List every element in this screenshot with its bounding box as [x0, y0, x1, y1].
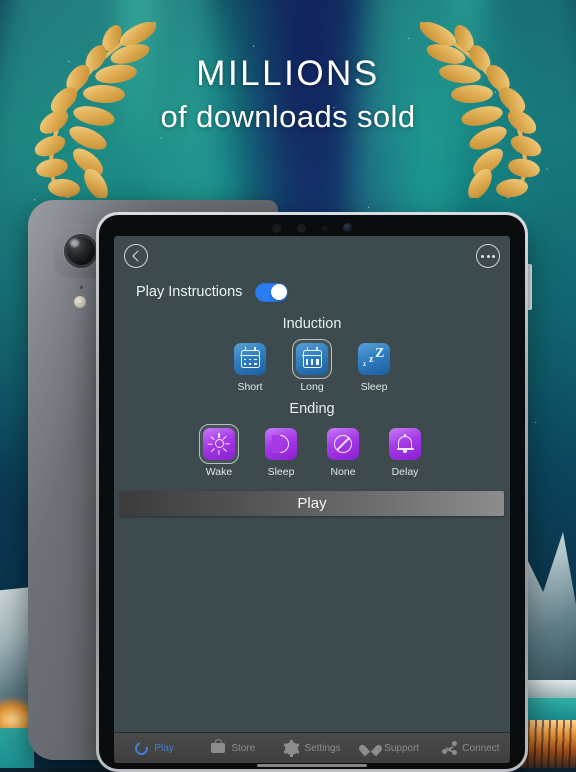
tab-label: Play	[154, 742, 174, 754]
tab-settings[interactable]: Settings	[272, 739, 351, 757]
ending-option-sleep[interactable]: Sleep	[258, 424, 304, 478]
bag-icon	[210, 739, 226, 756]
banner-headline: MILLIONS	[196, 54, 380, 93]
tab-label: Support	[384, 742, 420, 754]
induction-options: Short Long zzZ Sleep	[114, 339, 510, 393]
tab-support[interactable]: Support	[352, 740, 431, 756]
banner-text: MILLIONS of downloads sold	[0, 54, 576, 135]
more-options-button[interactable]	[476, 244, 500, 268]
induction-option-label: Sleep	[360, 381, 388, 393]
ending-option-wake[interactable]: Wake	[196, 423, 242, 478]
home-indicator[interactable]	[257, 764, 367, 767]
sun-icon	[203, 427, 235, 460]
ending-option-none[interactable]: None	[320, 424, 366, 478]
play-ring-icon	[132, 739, 151, 757]
bell-icon	[389, 427, 421, 460]
tab-store[interactable]: Store	[193, 739, 272, 756]
back-button[interactable]	[124, 244, 148, 268]
induction-section-title: Induction	[282, 316, 342, 332]
ending-option-label: Sleep	[267, 465, 295, 478]
induction-option-label: Short	[237, 381, 263, 393]
icon-shell-selected	[199, 423, 239, 464]
tab-label: Store	[231, 742, 256, 754]
icon-shell	[261, 424, 301, 464]
microphone-icon	[80, 286, 83, 289]
ending-section-title: Ending	[289, 400, 335, 417]
icon-shell	[323, 424, 363, 464]
ending-option-label: Delay	[391, 465, 419, 478]
tab-label: Settings	[304, 742, 341, 754]
ambient-sensor-icon	[296, 223, 306, 233]
camera-lens-icon	[64, 234, 98, 268]
play-instructions-label: Play Instructions	[136, 284, 243, 300]
heart-icon	[363, 740, 379, 756]
banner-subline: of downloads sold	[160, 98, 416, 134]
induction-option-long[interactable]: Long	[289, 339, 335, 393]
app-navbar	[114, 236, 510, 276]
ending-option-delay[interactable]: Delay	[382, 424, 428, 478]
tablet-front-view: Play Instructions Induction Short Long z…	[96, 212, 532, 772]
moon-icon	[265, 427, 297, 460]
induction-option-short[interactable]: Short	[227, 339, 273, 393]
ending-options: Wake Sleep None Delay	[114, 423, 510, 478]
induction-option-sleep[interactable]: zzZ Sleep	[351, 339, 397, 393]
share-icon	[441, 740, 457, 756]
ending-option-label: None	[330, 465, 356, 478]
more-horizontal-icon	[481, 254, 495, 258]
play-button[interactable]: Play	[120, 491, 504, 516]
device-bezel: Play Instructions Induction Short Long z…	[99, 215, 525, 769]
tab-label: Connect	[462, 742, 500, 754]
zzz-sleep-icon: zzZ	[358, 343, 390, 375]
tab-bar: Play Store Settings Support Connect	[114, 732, 510, 763]
icon-shell	[385, 424, 425, 464]
icon-shell-selected	[292, 339, 332, 379]
app-screen: Play Instructions Induction Short Long z…	[114, 236, 510, 763]
icon-shell: zzZ	[354, 339, 394, 379]
dot-projector-icon	[321, 225, 327, 231]
play-instructions-row: Play Instructions	[114, 276, 510, 308]
icon-shell	[230, 339, 270, 379]
ending-option-label: Wake	[205, 465, 233, 478]
sensor-array	[99, 221, 525, 235]
flash-icon	[74, 296, 86, 308]
circle-slash-icon	[327, 427, 359, 460]
gear-icon	[283, 739, 300, 757]
tab-play[interactable]: Play	[114, 739, 193, 757]
play-instructions-toggle[interactable]	[255, 282, 289, 302]
calendar-short-icon	[234, 343, 266, 375]
induction-option-label: Long	[300, 381, 324, 393]
front-camera-icon	[342, 223, 353, 233]
tab-connect[interactable]: Connect	[431, 740, 510, 756]
award-banner: MILLIONS of downloads sold	[0, 0, 576, 215]
volume-button[interactable]	[528, 264, 532, 310]
proximity-sensor-icon	[271, 223, 281, 233]
chevron-left-icon	[131, 250, 144, 262]
toggle-knob	[270, 284, 287, 300]
calendar-long-icon	[296, 343, 328, 375]
